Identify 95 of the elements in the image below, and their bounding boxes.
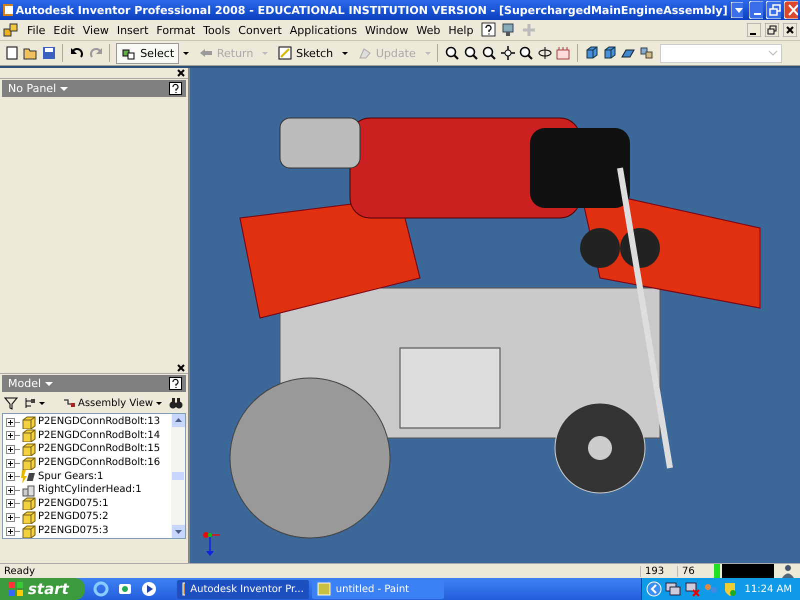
expand-icon[interactable] [6,470,20,482]
x-coordinate: 193 [640,566,671,576]
menu-item[interactable]: Convert [234,24,286,36]
tree-item[interactable]: P2ENGDConnRodBolt:13 [38,416,160,428]
app-icon [316,582,331,596]
browser-icon[interactable] [92,581,109,597]
panel-title[interactable]: Model [8,377,42,390]
tree-item[interactable]: RightCylinderHead:1 [38,484,142,496]
close-icon[interactable] [177,69,185,77]
dropdown-field[interactable] [660,44,782,62]
menu-item[interactable]: Format [152,24,200,36]
new-file-icon[interactable] [4,45,20,61]
orbit-icon[interactable] [536,45,552,61]
part-icon [21,510,37,524]
windows-logo-icon [8,581,24,597]
part-icon [21,524,37,538]
tree-icon[interactable] [24,396,46,410]
hierarchy-icon [62,397,76,409]
expand-icon[interactable] [6,510,20,523]
tree-item[interactable]: P2ENGDConnRodBolt:16 [38,457,160,468]
network-icon[interactable] [664,581,681,597]
tree-item[interactable]: Spur Gears:1 [38,470,104,482]
tree-item[interactable]: P2ENGD075:1 [38,498,108,509]
expand-icon[interactable] [6,497,20,510]
assembly-view-dropdown[interactable]: Assembly View [62,397,164,409]
status-text: Ready [4,566,36,576]
magnifier-icon[interactable] [481,45,497,61]
menu-item[interactable]: Insert [112,24,152,36]
color-swatch-icon [714,564,774,578]
gear-icon [21,469,37,484]
expand-icon[interactable] [6,442,20,455]
network-error-icon[interactable] [684,581,700,597]
expand-icon[interactable] [6,416,20,428]
scroll-down-icon[interactable] [172,525,184,538]
close-icon[interactable] [783,23,797,37]
menu-item[interactable]: File [23,24,50,36]
part-icon [21,442,37,456]
filter-icon[interactable] [4,396,18,410]
axis-triad-icon [202,531,222,557]
scrollbar[interactable] [171,414,185,538]
restore-icon[interactable] [765,23,779,37]
taskbar-button[interactable]: Autodesk Inventor Pr... [176,580,309,598]
part-icon [21,428,37,442]
app-icon [182,582,186,596]
tree-item[interactable]: P2ENGD075:2 [38,511,108,522]
menu-item[interactable]: Applications [286,24,361,36]
menu-item[interactable]: Tools [199,24,234,36]
help-icon[interactable] [169,377,182,390]
taskbar-button[interactable]: untitled - Paint [312,580,444,598]
app-menu-icon[interactable] [3,22,19,38]
mail-icon[interactable] [116,581,133,597]
binoculars-icon[interactable] [169,397,184,409]
tree-item[interactable]: P2ENGD075:3 [38,525,108,536]
expand-icon[interactable] [6,456,20,469]
expand-icon[interactable] [6,484,20,496]
pan-icon[interactable] [500,45,516,61]
scroll-thumb[interactable] [172,472,184,480]
part-icon [21,414,37,429]
media-player-icon[interactable] [140,581,157,597]
menu-item[interactable]: Edit [49,24,79,36]
cube-icon[interactable] [602,45,618,61]
magnifier-icon[interactable] [518,45,534,61]
cube-icon[interactable] [584,45,599,61]
app-icon [2,3,13,17]
magnifier-icon[interactable] [444,45,460,61]
save-icon[interactable] [40,45,56,61]
window-title: Autodesk Inventor Professional 2008 - EDUCATIONAL INSTITUTION VERSION - [SuperchargedMainEngineAssembly] [16,4,728,16]
expand-icon[interactable] [6,524,20,537]
minimize-icon[interactable] [747,23,761,37]
expand-icon[interactable] [6,429,20,442]
scroll-up-icon[interactable] [172,414,184,427]
toolbar-button[interactable]: Select [116,42,180,64]
tree-item[interactable]: P2ENGDConnRodBolt:14 [38,430,160,441]
dropdown-icon[interactable] [730,2,743,18]
part-icon [21,496,37,510]
part-icon [21,456,37,470]
help-icon[interactable] [169,82,182,95]
toolbar-button[interactable]: Sketch [272,42,338,64]
magnifier-icon[interactable] [462,45,478,61]
tree-item[interactable]: P2ENGDConnRodBolt:15 [38,443,160,454]
clock: 11:24 AM [744,584,792,594]
menu-item[interactable]: Window [360,24,412,36]
menu-item[interactable]: View [78,24,113,36]
calendar-icon[interactable] [555,45,571,61]
style-icon[interactable] [638,45,654,61]
menu-item[interactable]: Help [444,24,478,36]
person-icon [780,564,796,578]
help-icon[interactable] [481,22,498,38]
y-coordinate: 76 [677,566,708,576]
panel-title[interactable]: No Panel [8,82,56,95]
close-icon[interactable] [177,364,185,372]
sketch-icon [277,45,294,61]
menu-item[interactable]: Web [412,24,444,36]
start-button[interactable]: start [0,578,85,600]
assembly-icon [21,482,37,497]
